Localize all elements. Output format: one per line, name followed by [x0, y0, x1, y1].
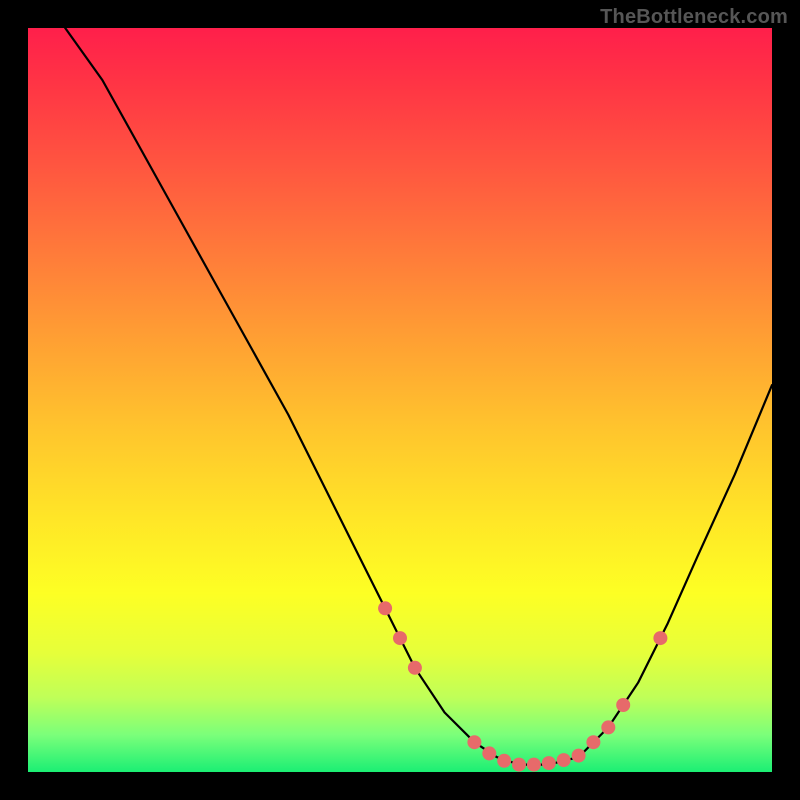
data-marker — [616, 698, 630, 712]
data-marker — [393, 631, 407, 645]
data-marker — [482, 746, 496, 760]
data-marker — [601, 720, 615, 734]
data-marker — [408, 661, 422, 675]
chart-svg — [28, 28, 772, 772]
data-marker — [557, 753, 571, 767]
bottleneck-curve — [65, 28, 772, 765]
data-marker — [497, 754, 511, 768]
watermark-text: TheBottleneck.com — [600, 6, 788, 29]
data-marker — [512, 758, 526, 772]
plot-area — [28, 28, 772, 772]
data-marker — [586, 735, 600, 749]
data-marker — [572, 749, 586, 763]
data-marker — [467, 735, 481, 749]
chart-frame: TheBottleneck.com — [0, 0, 800, 800]
data-marker — [378, 601, 392, 615]
data-marker — [527, 758, 541, 772]
data-marker — [542, 756, 556, 770]
marker-group — [378, 601, 667, 771]
data-marker — [653, 631, 667, 645]
